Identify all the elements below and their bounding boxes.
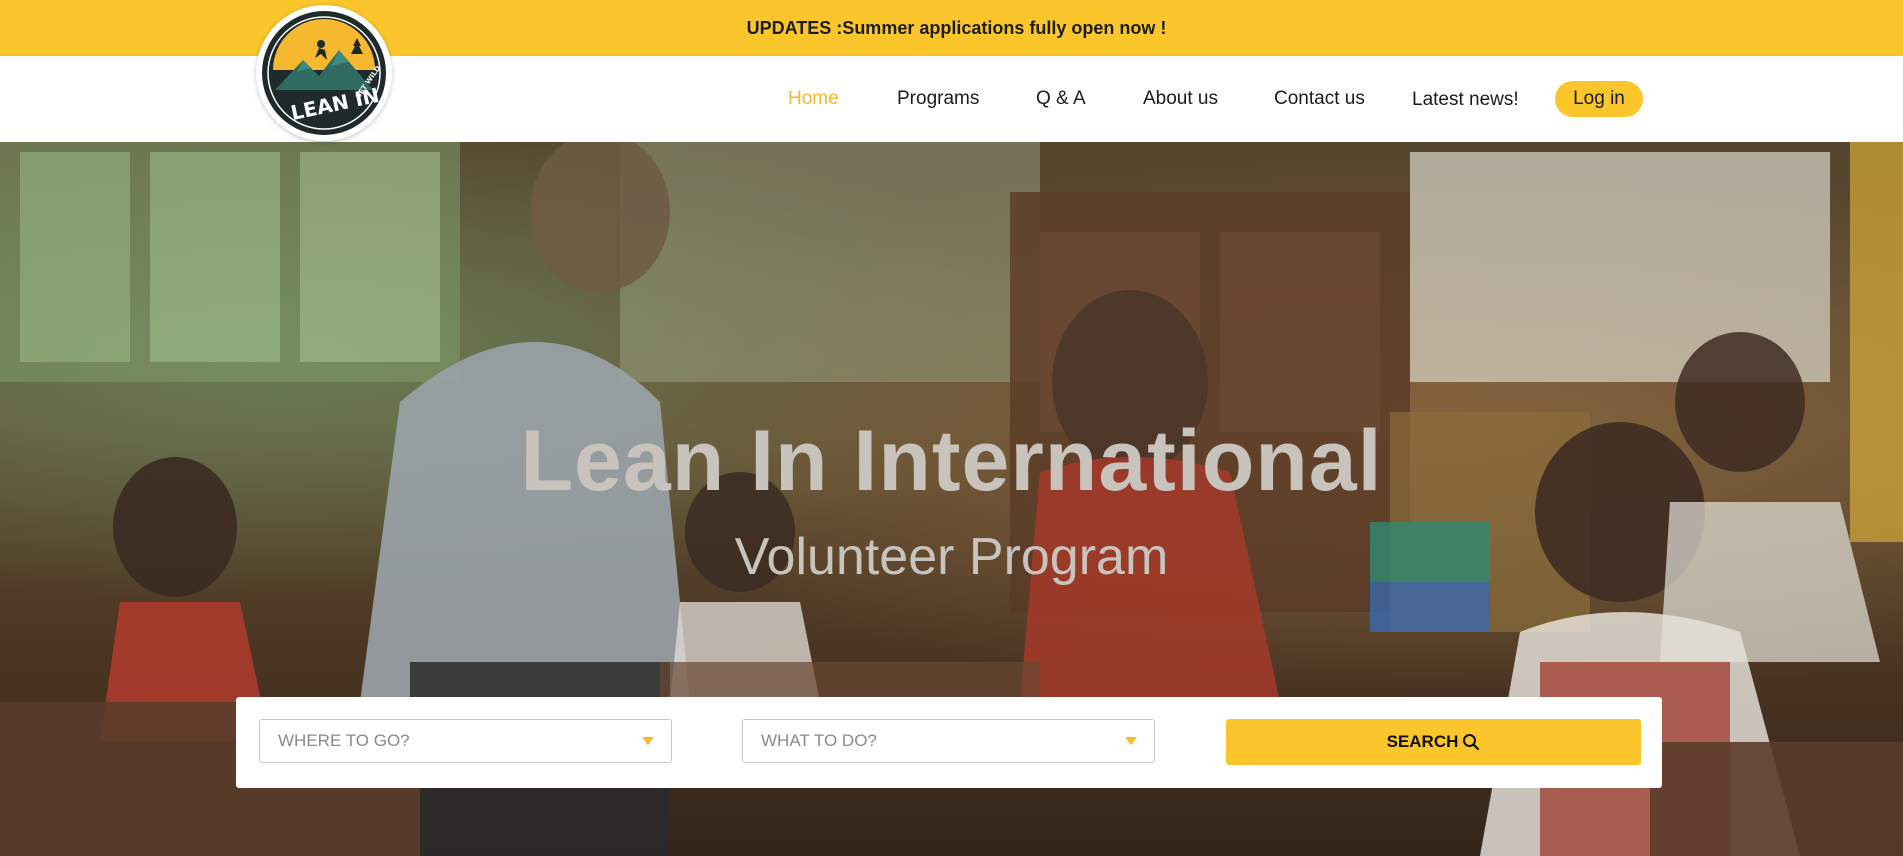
mountain-hiker-logo-icon: LEAN IN GET WILD (262, 11, 386, 135)
nav-link-latest-news[interactable]: Latest news! (1412, 89, 1519, 111)
announcement-text: UPDATES :Summer applications fully open … (746, 17, 1167, 38)
search-panel: WHERE TO GO? WHAT TO DO? SEARCH (236, 697, 1662, 788)
where-to-go-placeholder: WHERE TO GO? (278, 731, 410, 750)
what-to-do-placeholder: WHAT TO DO? (761, 731, 877, 750)
chevron-down-icon (1125, 737, 1137, 745)
hero-title: Lean In International (520, 413, 1383, 509)
nav-link-programs[interactable]: Programs (897, 88, 979, 110)
site-logo[interactable]: LEAN IN GET WILD (256, 5, 392, 141)
nav-link-home[interactable]: Home (788, 88, 839, 110)
nav-link-qa[interactable]: Q & A (1036, 88, 1086, 110)
what-to-do-select[interactable]: WHAT TO DO? (742, 719, 1155, 763)
login-button[interactable]: Log in (1555, 81, 1643, 117)
nav-link-contact[interactable]: Contact us (1274, 88, 1365, 110)
where-to-go-select[interactable]: WHERE TO GO? (259, 719, 672, 763)
chevron-down-icon (642, 737, 654, 745)
nav-link-about[interactable]: About us (1143, 88, 1218, 110)
login-button-label: Log in (1573, 88, 1625, 109)
search-button[interactable]: SEARCH (1226, 719, 1641, 765)
search-button-label: SEARCH (1386, 732, 1459, 751)
search-icon (1463, 734, 1480, 751)
hero-subtitle: Volunteer Program (734, 528, 1169, 586)
